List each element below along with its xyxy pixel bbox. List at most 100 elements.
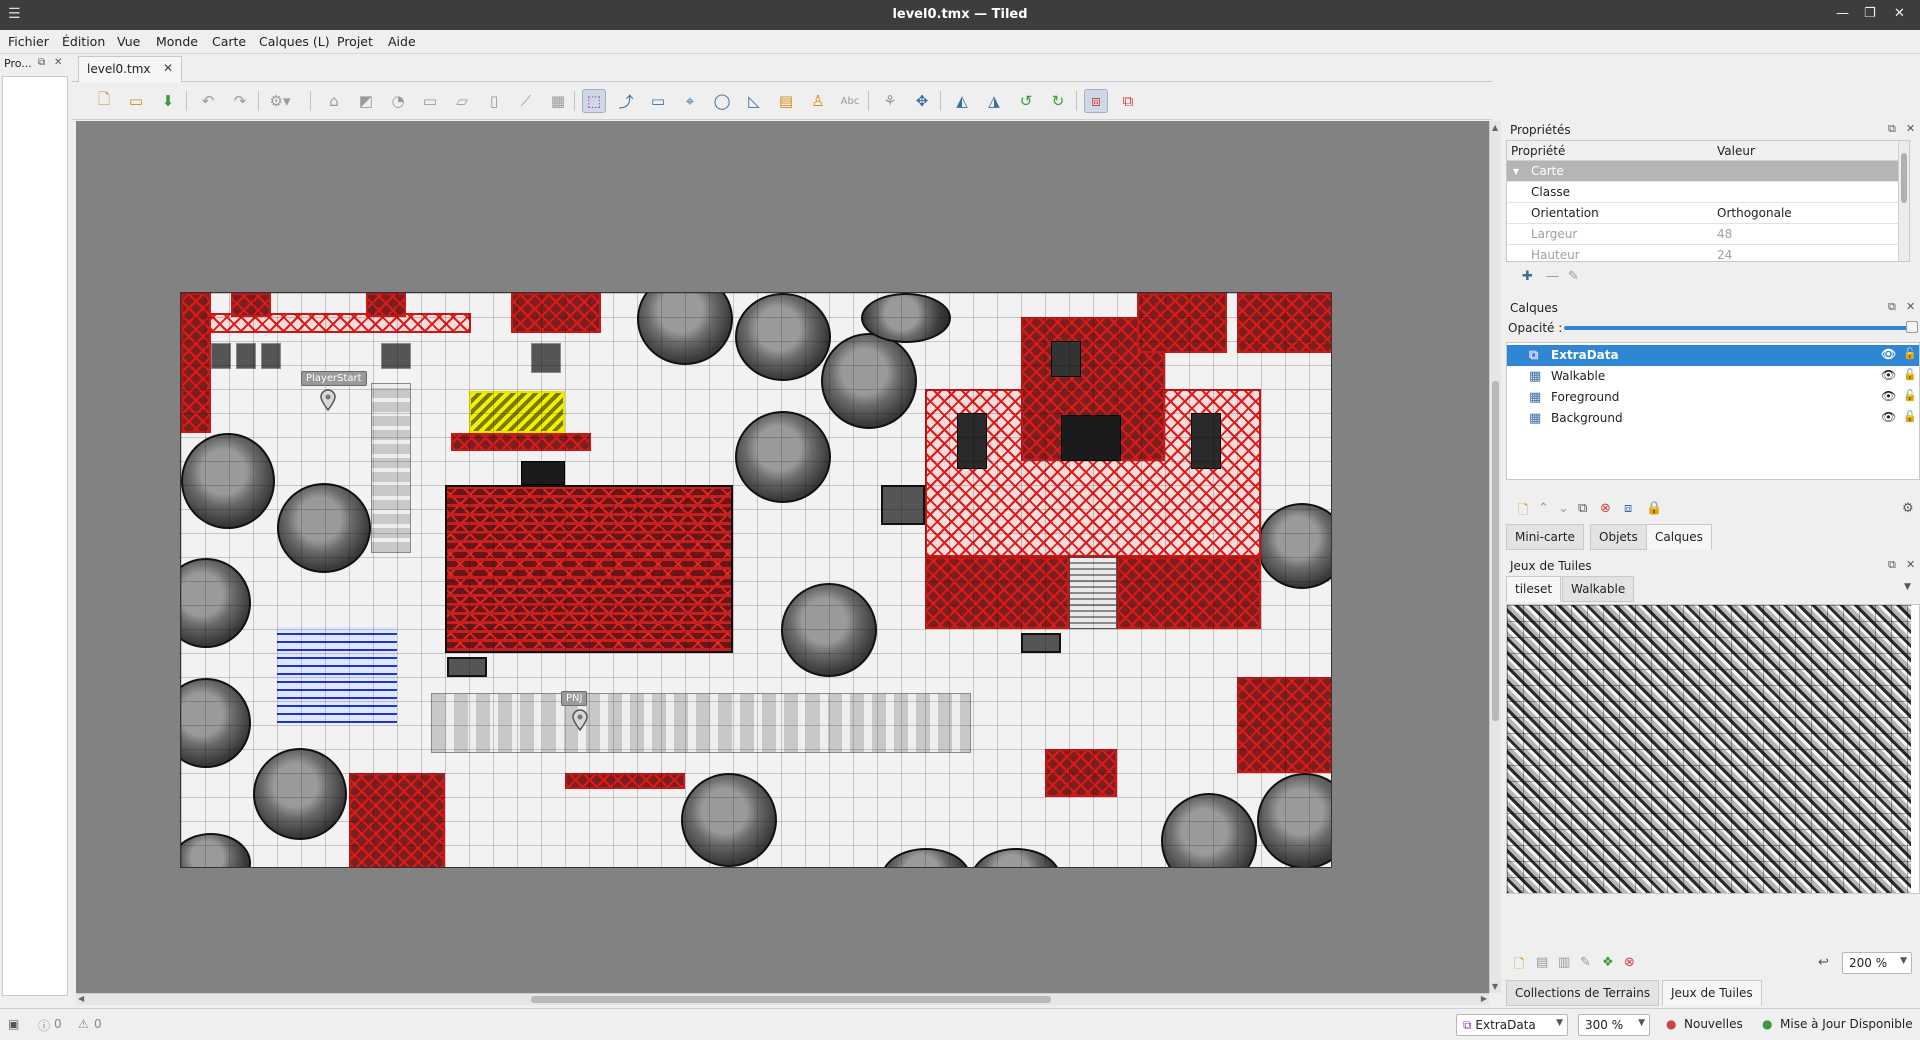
float-icon[interactable]: ⧉ [1888, 300, 1896, 314]
tileset-properties-icon[interactable]: ❖ [1602, 955, 1614, 970]
close-icon[interactable]: ✕ [1906, 122, 1915, 135]
layer-row-foreground[interactable]: ▦ Foreground 👁 🔓 [1507, 387, 1919, 408]
opacity-slider-handle[interactable] [1906, 321, 1918, 333]
visibility-eye-icon[interactable]: 👁 [1881, 389, 1896, 403]
menu-aide[interactable]: Aide [388, 34, 416, 49]
property-value[interactable]: Orthogonale [1717, 206, 1792, 220]
pnj-label[interactable]: PNJ [561, 691, 588, 706]
canvas-vscroll[interactable]: ▲ ▼ [1489, 121, 1501, 993]
select-same-tile-icon[interactable]: ▦ [546, 89, 570, 113]
stamp-brush-icon[interactable]: ⌂ [322, 89, 346, 113]
close-window-icon[interactable]: ✕ [1894, 6, 1905, 21]
tab-tilesets[interactable]: Jeux de Tuiles [1662, 980, 1762, 1006]
magic-wand-icon[interactable]: ⟋ [514, 89, 538, 113]
new-layer-icon[interactable]: 🗋 [1518, 501, 1528, 523]
insert-ellipse-icon[interactable]: ◯ [710, 89, 734, 113]
property-row[interactable]: Orientation Orthogonale [1507, 203, 1899, 224]
lock-icon[interactable]: 🔓 [1903, 410, 1917, 423]
pnj-marker[interactable] [571, 709, 589, 731]
property-row[interactable]: Largeur 48 [1507, 224, 1899, 245]
layer-row-extradata[interactable]: ⧉ ExtraData 👁 🔓 [1507, 345, 1919, 366]
tile-map[interactable]: PlayerStart PNJ [180, 292, 1332, 868]
opacity-slider[interactable] [1564, 326, 1914, 330]
scroll-left-icon[interactable]: ◀ [78, 994, 84, 1003]
lock-icon[interactable]: 🔓 [1903, 389, 1917, 402]
scroll-right-icon[interactable]: ▶ [1481, 994, 1487, 1003]
tileset-image[interactable] [1507, 605, 1911, 893]
visibility-eye-icon[interactable]: 👁 [1881, 410, 1896, 424]
tileset-zoom-combo[interactable]: 200 % ▼ [1842, 952, 1912, 974]
duplicate-layer-icon[interactable]: ⧉ [1578, 501, 1587, 516]
maximize-icon[interactable]: ❐ [1864, 6, 1876, 21]
open-folder-icon[interactable]: ▭ [124, 89, 148, 113]
insert-tile-icon[interactable]: ▤ [774, 89, 798, 113]
tileset-view[interactable] [1506, 604, 1920, 894]
vscroll-thumb[interactable] [1492, 381, 1499, 721]
terrain-brush-icon[interactable]: ◩ [354, 89, 378, 113]
remove-property-icon[interactable]: — [1546, 269, 1559, 284]
map-canvas[interactable]: PlayerStart PNJ [76, 121, 1489, 993]
tab-minimap[interactable]: Mini-carte [1506, 524, 1584, 550]
hscroll-thumb[interactable] [531, 996, 1051, 1003]
project-tree[interactable] [2, 76, 68, 996]
tab-tileset[interactable]: tileset [1506, 576, 1562, 602]
commands-icon[interactable]: ⚙▾ [268, 89, 292, 113]
menu-carte[interactable]: Carte [212, 34, 246, 49]
tileset-menu-icon[interactable]: ▼ [1904, 582, 1911, 592]
properties-scrollbar[interactable] [1898, 141, 1909, 261]
delete-layer-icon[interactable]: ⊗ [1600, 501, 1611, 516]
new-tileset-icon[interactable]: 🗋 [1514, 955, 1524, 977]
dynamic-wrap-icon[interactable]: ↩ [1818, 955, 1829, 970]
menu-calques[interactable]: Calques (L) [259, 34, 330, 49]
insert-polygon-icon[interactable]: ◺ [742, 89, 766, 113]
export-tileset-icon[interactable]: ▥ [1558, 955, 1570, 970]
property-group-carte[interactable]: ▾ Carte [1507, 161, 1899, 182]
player-start-label[interactable]: PlayerStart [301, 371, 367, 386]
layer-combo[interactable]: ⧉ ExtraData ▼ [1456, 1014, 1568, 1036]
scroll-up-icon[interactable]: ▲ [1492, 123, 1498, 132]
tab-walkable[interactable]: Walkable [1562, 576, 1635, 602]
rotate-left-icon[interactable]: ↺ [1014, 89, 1038, 113]
error-icon[interactable]: ⓘ [38, 1017, 50, 1034]
canvas-hscroll[interactable]: ◀ ▶ [76, 993, 1489, 1005]
console-icon[interactable]: ▣ [8, 1017, 19, 1031]
edit-tileset-icon[interactable]: ✎ [1580, 955, 1591, 970]
close-icon[interactable]: ✕ [54, 57, 62, 68]
tab-layers[interactable]: Calques [1646, 524, 1712, 550]
collapse-arrow-icon[interactable]: ▾ [1513, 164, 1519, 178]
add-property-icon[interactable]: ✚ [1522, 269, 1533, 284]
save-icon[interactable]: ⬇ [156, 89, 180, 113]
menu-fichier[interactable]: Fichier [8, 34, 49, 49]
layer-lock-icon[interactable]: 🔒 [1646, 501, 1662, 516]
property-row[interactable]: Classe [1507, 182, 1899, 203]
raise-layer-icon[interactable]: ⌃ [1538, 501, 1549, 516]
select-objects-icon[interactable]: ⬚ [582, 89, 606, 113]
minimize-icon[interactable]: — [1836, 6, 1849, 21]
menu-edition[interactable]: Édition [62, 34, 105, 49]
undo-icon[interactable]: ↶ [196, 89, 220, 113]
news-link[interactable]: Nouvelles [1684, 1017, 1743, 1031]
column-value[interactable]: Valeur [1717, 144, 1755, 158]
insert-rectangle-icon[interactable]: ▭ [646, 89, 670, 113]
document-tab[interactable]: level0.tmx ✕ [78, 56, 182, 83]
float-icon[interactable]: ⧉ [1888, 558, 1896, 572]
rotate-right-icon[interactable]: ↻ [1046, 89, 1070, 113]
float-icon[interactable]: ⧉ [1888, 122, 1896, 136]
insert-text-icon[interactable]: Abc [838, 89, 862, 113]
tab-terrain-collections[interactable]: Collections de Terrains [1506, 980, 1660, 1006]
rect-select-icon[interactable]: ▯ [482, 89, 506, 113]
zoom-combo[interactable]: 300 % ▼ [1578, 1014, 1650, 1036]
close-tab-icon[interactable]: ✕ [163, 61, 173, 75]
menu-projet[interactable]: Projet [337, 34, 373, 49]
flip-horizontal-icon[interactable]: ◭ [950, 89, 974, 113]
random-mode-icon[interactable]: ⧈ [1084, 89, 1108, 113]
world-tool-icon[interactable]: ⚘ [878, 89, 902, 113]
layer-row-background[interactable]: ▦ Background 👁 🔓 [1507, 408, 1919, 429]
menu-monde[interactable]: Monde [156, 34, 198, 49]
menu-vue[interactable]: Vue [117, 34, 140, 49]
redo-icon[interactable]: ↷ [228, 89, 252, 113]
shape-fill-icon[interactable]: ▭ [418, 89, 442, 113]
eraser-icon[interactable]: ▱ [450, 89, 474, 113]
visibility-eye-icon[interactable]: 👁 [1881, 347, 1896, 361]
close-icon[interactable]: ✕ [1906, 558, 1915, 571]
